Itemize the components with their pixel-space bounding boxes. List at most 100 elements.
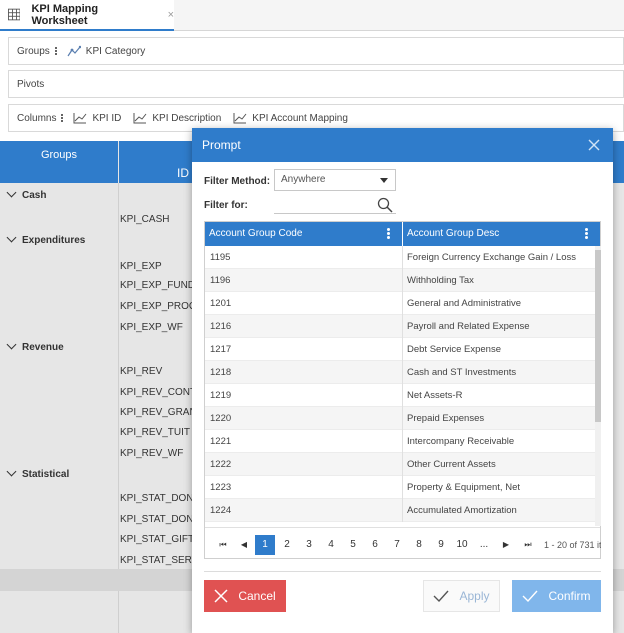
page-button-3[interactable]: 3 [299,535,319,555]
divider [204,571,601,572]
prev-page-button[interactable]: ◀ [234,535,254,555]
first-page-button[interactable]: ⏮ [213,535,233,555]
column-header-label: Account Group Code [209,228,303,239]
next-page-button[interactable]: ▶ [496,535,516,555]
kpi-id-cell[interactable]: KPI_REV_CONT [120,387,196,398]
column-header-account-group-desc[interactable]: Account Group Desc [403,222,600,246]
tab-close-icon[interactable]: × [168,9,174,21]
table-row[interactable]: 1217 Debt Service Expense [205,338,595,361]
table-row[interactable]: 1221 Intercompany Receivable [205,430,595,453]
code-cell: 1224 [210,505,232,516]
columns-label: Columns [17,112,57,124]
code-cell: 1218 [210,367,232,378]
cancel-button[interactable]: Cancel [204,580,286,612]
table-row[interactable]: 1220 Prepaid Expenses [205,407,595,430]
kpi-id-cell[interactable]: KPI_REV_GRAN [120,407,197,418]
group-chip-kpi-category[interactable]: KPI Category [67,45,145,57]
kpi-id-cell[interactable]: KPI_CASH [120,214,169,225]
groups-menu-icon[interactable] [54,46,59,56]
desc-cell: Prepaid Expenses [407,413,485,424]
column-chip-kpi-description[interactable]: KPI Description [133,112,221,124]
search-icon[interactable] [377,197,393,213]
kpi-id-cell[interactable]: KPI_STAT_DON [120,514,194,525]
kpi-id-cell[interactable]: KPI_STAT_DON [120,493,194,504]
pivots-bar: Pivots [8,70,624,98]
grid-icon [8,8,21,21]
vertical-scrollbar[interactable] [595,246,601,526]
kpi-id-cell[interactable]: KPI_EXP_FUND [120,280,195,291]
close-icon[interactable] [587,138,601,152]
kpi-id-cell[interactable]: KPI_STAT_SERV [120,555,198,566]
table-row[interactable]: 1223 Property & Equipment, Net [205,476,595,499]
page-button-8[interactable]: 8 [409,535,429,555]
last-page-button[interactable]: ⏭ [518,535,538,555]
page-button-7[interactable]: 7 [387,535,407,555]
group-row-statistical[interactable]: Statistical [6,466,70,480]
cell-divider [402,476,403,499]
confirm-button[interactable]: Confirm [512,580,601,612]
cell-divider [402,430,403,453]
pivots-label: Pivots [17,78,45,90]
desc-cell: Debt Service Expense [407,344,501,355]
code-cell: 1201 [210,298,232,309]
page-button-1[interactable]: 1 [255,535,275,555]
grid-header-groups[interactable]: Groups [0,141,118,183]
account-group-table: Account Group Code Account Group Desc 11… [204,221,601,559]
column-menu-icon[interactable] [585,228,588,240]
column-menu-icon[interactable] [387,228,390,240]
table-row[interactable]: 1219 Net Assets-R [205,384,595,407]
column-chip-label: KPI Account Mapping [252,112,348,124]
table-row[interactable]: 1216 Payroll and Related Expense [205,315,595,338]
page-button-4[interactable]: 4 [321,535,341,555]
page-button-2[interactable]: 2 [277,535,297,555]
confirm-label: Confirm [548,589,591,603]
kpi-id-cell[interactable]: KPI_REV_WF [120,448,183,459]
tab-kpi-mapping-worksheet[interactable]: KPI Mapping Worksheet × [0,0,174,31]
caret-down-icon [380,178,388,183]
kpi-id-cell[interactable]: KPI_REV_TUIT [120,427,190,438]
group-row-revenue[interactable]: Revenue [6,339,64,353]
table-row[interactable]: 1222 Other Current Assets [205,453,595,476]
page-ellipsis[interactable]: ... [474,535,494,555]
page-button-6[interactable]: 6 [365,535,385,555]
desc-cell: Payroll and Related Expense [407,321,530,332]
group-chip-label: KPI Category [85,45,146,57]
kpi-id-cell[interactable]: KPI_EXP_WF [120,322,183,333]
scrollbar-thumb[interactable] [595,250,601,422]
columns-menu-icon[interactable] [61,113,65,123]
dialog-title: Prompt [202,138,241,152]
desc-cell: Foreign Currency Exchange Gain / Loss [407,252,576,263]
table-row[interactable]: 1195 Foreign Currency Exchange Gain / Los… [205,246,595,269]
table-row[interactable]: 1201 General and Administrative [205,292,595,315]
table-row[interactable]: 1218 Cash and ST Investments [205,361,595,384]
cell-divider [402,453,403,476]
column-header-label: Account Group Desc [407,228,500,239]
chart-line-icon [73,113,87,124]
table-row[interactable]: 1224 Accumulated Amortization [205,499,595,522]
cell-divider [402,499,403,522]
group-row-cash[interactable]: Cash [6,187,46,201]
cell-divider [402,269,403,292]
group-row-expenditures[interactable]: Expenditures [6,232,85,246]
kpi-id-cell[interactable]: KPI_REV [120,366,162,377]
table-row[interactable]: 1196 Withholding Tax [205,269,595,292]
apply-button[interactable]: Apply [423,580,500,612]
kpi-id-cell[interactable]: KPI_STAT_GIFT [120,534,194,545]
column-header-account-group-code[interactable]: Account Group Code [205,222,402,246]
group-label: Statistical [22,469,70,480]
page-button-10[interactable]: 10 [452,535,472,555]
cell-divider [402,315,403,338]
kpi-id-cell[interactable]: KPI_EXP_PROG [120,301,197,312]
page-button-9[interactable]: 9 [431,535,451,555]
column-chip-kpi-account-mapping[interactable]: KPI Account Mapping [233,112,348,124]
chart-line-icon [233,113,247,124]
desc-cell: Accumulated Amortization [407,505,517,516]
page-button-5[interactable]: 5 [343,535,363,555]
filter-method-select[interactable]: Anywhere [274,169,396,191]
column-chip-kpi-id[interactable]: KPI ID [73,112,121,124]
dialog-header: Prompt [192,128,613,162]
cell-divider [402,338,403,361]
tab-bar: KPI Mapping Worksheet × [0,0,624,31]
kpi-id-cell[interactable]: KPI_EXP [120,261,162,272]
code-cell: 1216 [210,321,232,332]
